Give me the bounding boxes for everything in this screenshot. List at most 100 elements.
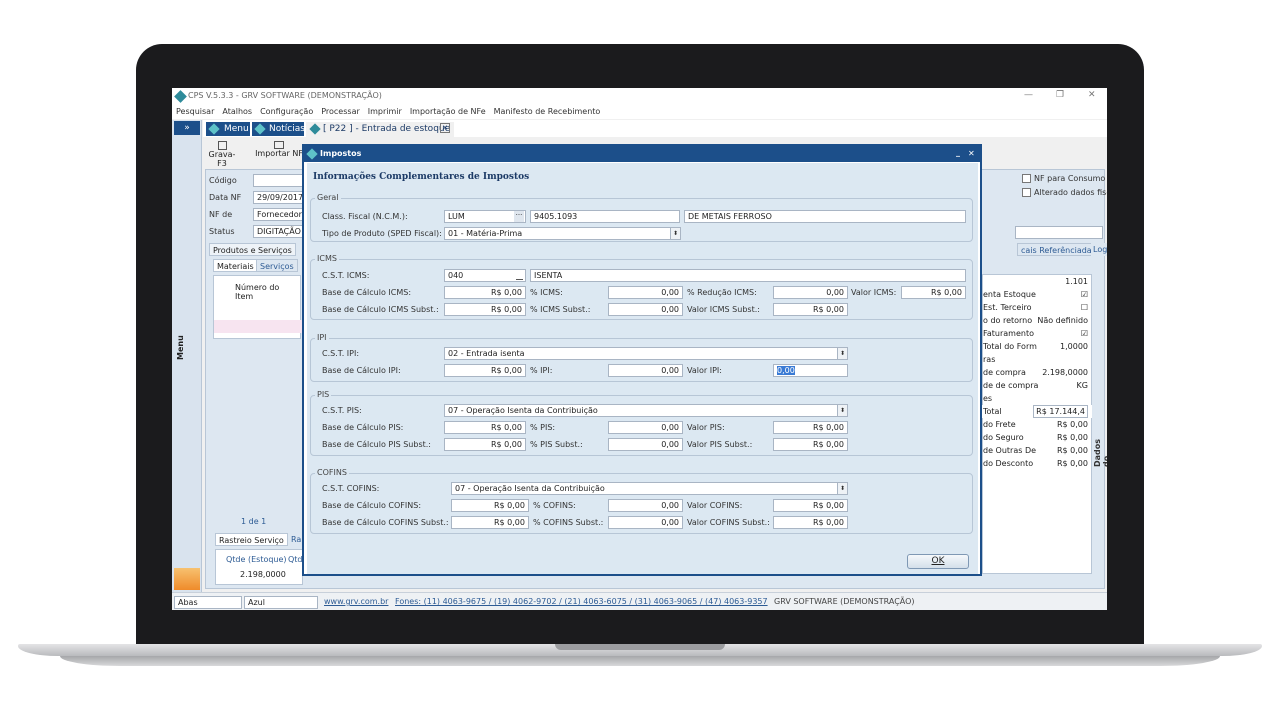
right-panel-row-value[interactable]: R$ 0,00 (1057, 444, 1088, 457)
group-icms-title: ICMS (315, 253, 339, 265)
importar-nf-button[interactable]: Importar NF (255, 141, 303, 163)
tab-log[interactable]: Log (1091, 243, 1107, 256)
base-ipi-field[interactable]: R$ 0,00 (444, 364, 526, 377)
pct-cofins-st-label: % COFINS Subst.: (533, 518, 604, 527)
tipo-produto-select[interactable]: 01 - Matéria-Prima ⬍ (444, 227, 681, 240)
close-button[interactable]: ✕ (1088, 90, 1096, 100)
tipo-produto-value: 01 - Matéria-Prima (448, 229, 523, 238)
right-panel-row-value[interactable]: R$ 0,00 (1057, 418, 1088, 431)
tab-menu[interactable]: Menu (206, 122, 250, 136)
ncm-code-field[interactable]: LUM ··· (444, 210, 526, 223)
valor-ipi-label: Valor IPI: (687, 366, 722, 375)
right-panel-row-value[interactable]: ☑ (1081, 288, 1088, 301)
tab-produtos-servicos[interactable]: Produtos e Serviços (209, 243, 296, 256)
tipo-produto-chevron-icon: ⬍ (670, 228, 680, 239)
pct-icms-st-field[interactable]: 0,00 (608, 303, 683, 316)
right-panel-row: Total R$ 17.144,4 (982, 405, 1092, 418)
tab-close-icon[interactable]: ✕ (440, 123, 450, 133)
base-pis-label: Base de Cálculo PIS: (322, 423, 404, 432)
dialog-close-button[interactable]: ✕ (968, 146, 975, 162)
right-panel-row-value[interactable]: R$ 17.144,4 (1033, 405, 1088, 418)
tab-materiais[interactable]: Materiais (213, 259, 258, 272)
window-titlebar: CPS V.5.3.3 - GRV SOFTWARE (DEMONSTRAÇÃO… (172, 88, 1107, 105)
tab-entrada-estoque[interactable]: [ P22 ] - Entrada de estoque ✕ (306, 122, 454, 137)
importar-label: Importar NF (255, 149, 303, 158)
tab-servicos[interactable]: Serviços (256, 259, 298, 272)
valor-pis-st-field[interactable]: R$ 0,00 (773, 438, 848, 451)
valor-pis-field[interactable]: R$ 0,00 (773, 421, 848, 434)
sidebar-menu-label[interactable]: Menu (176, 335, 185, 360)
right-panel-row-value[interactable]: 1.101 (1065, 275, 1088, 288)
valor-cofins-st-label: Valor COFINS Subst.: (687, 518, 770, 527)
pct-ipi-field[interactable]: 0,00 (608, 364, 683, 377)
pct-cofins-st-field[interactable]: 0,00 (608, 516, 683, 529)
menu-imprimir[interactable]: Imprimir (368, 105, 402, 119)
right-panel-row-value[interactable]: Não definido (1037, 314, 1088, 327)
right-blank-field[interactable] (1015, 226, 1103, 239)
menu-importacao-nfe[interactable]: Importação de NFe (410, 105, 486, 119)
tab-fiscais-referenciadas[interactable]: cais Referênciadas (1017, 243, 1100, 256)
codigo-field[interactable] (253, 174, 303, 187)
data-nf-field[interactable]: 29/09/2017 (253, 191, 303, 204)
app-window: CPS V.5.3.3 - GRV SOFTWARE (DEMONSTRAÇÃO… (172, 88, 1107, 610)
ncm-lookup-icon[interactable]: ··· (514, 211, 524, 222)
cst-ipi-select[interactable]: 02 - Entrada isenta ⬍ (444, 347, 848, 360)
tab-rastreio-servico[interactable]: Rastreio Serviço (215, 533, 288, 546)
nf-consumo-checkbox[interactable] (1022, 174, 1031, 183)
valor-ipi-field[interactable]: 0,00 (773, 364, 848, 377)
right-panel-row-value[interactable]: 1,0000 (1060, 340, 1088, 353)
base-ipi-label: Base de Cálculo IPI: (322, 366, 401, 375)
import-icon (274, 141, 284, 149)
pct-pis-field[interactable]: 0,00 (608, 421, 683, 434)
reducao-icms-field[interactable]: 0,00 (773, 286, 848, 299)
cst-cofins-select[interactable]: 07 - Operação Isenta da Contribuição ⬍ (451, 482, 848, 495)
base-icms-st-field[interactable]: R$ 0,00 (444, 303, 526, 316)
abas-select[interactable]: Abas (174, 596, 242, 609)
cst-icms-field[interactable]: 040 (444, 269, 526, 282)
website-link[interactable]: www.grv.com.br (324, 597, 388, 606)
base-cofins-st-field[interactable]: R$ 0,00 (451, 516, 529, 529)
alterado-checkbox[interactable] (1022, 188, 1031, 197)
base-pis-field[interactable]: R$ 0,00 (444, 421, 526, 434)
right-panel-row-label: de de compra (983, 381, 1039, 390)
base-cofins-field[interactable]: R$ 0,00 (451, 499, 529, 512)
save-icon (217, 141, 227, 150)
phones-link[interactable]: Fones: (11) 4063-9675 / (19) 4062-9702 /… (395, 597, 768, 606)
right-panel-row: enta Estoque ☑ (982, 288, 1092, 301)
theme-select[interactable]: Azul (244, 596, 318, 609)
tab-bar: Menu Notícias [ P22 ] - Entrada de estoq… (203, 120, 1107, 137)
right-panel-row-value[interactable]: R$ 0,00 (1057, 457, 1088, 470)
right-panel-row-value[interactable]: 2.198,0000 (1042, 366, 1088, 379)
cst-icms-lookup-icon[interactable] (516, 279, 523, 280)
base-icms-field[interactable]: R$ 0,00 (444, 286, 526, 299)
minimize-button[interactable]: — (1024, 90, 1033, 100)
pct-pis-st-field[interactable]: 0,00 (608, 438, 683, 451)
ok-button[interactable]: OK (907, 554, 969, 569)
ncm-number-field[interactable]: 9405.1093 (530, 210, 680, 223)
pct-cofins-field[interactable]: 0,00 (608, 499, 683, 512)
restore-button[interactable]: ❐ (1056, 90, 1064, 100)
grava-button[interactable]: Grava-F3 (207, 141, 237, 168)
valor-icms-st-field[interactable]: R$ 0,00 (773, 303, 848, 316)
menu-manifesto[interactable]: Manifesto de Recebimento (494, 105, 601, 119)
pct-icms-field[interactable]: 0,00 (608, 286, 683, 299)
nf-de-field[interactable]: Fornecedor (253, 208, 303, 221)
cst-pis-select[interactable]: 07 - Operação Isenta da Contribuição ⬍ (444, 404, 848, 417)
right-panel-row-value[interactable]: R$ 0,00 (1057, 431, 1088, 444)
menu-configuracao[interactable]: Configuração (260, 105, 313, 119)
sidebar-expand-button[interactable]: » (174, 121, 200, 135)
tab-menu-label: Menu (224, 124, 249, 134)
menu-processar[interactable]: Processar (321, 105, 360, 119)
valor-cofins-field[interactable]: R$ 0,00 (773, 499, 848, 512)
tab-noticias[interactable]: Notícias (252, 122, 305, 136)
base-pis-st-field[interactable]: R$ 0,00 (444, 438, 526, 451)
valor-cofins-st-field[interactable]: R$ 0,00 (773, 516, 848, 529)
menu-atalhos[interactable]: Atalhos (222, 105, 252, 119)
valor-icms-field[interactable]: R$ 0,00 (901, 286, 966, 299)
right-panel-row-value[interactable]: ☐ (1081, 301, 1088, 314)
grid-selected-row[interactable] (214, 320, 302, 333)
right-panel-row-value[interactable]: KG (1077, 379, 1088, 392)
menu-pesquisar[interactable]: Pesquisar (176, 105, 214, 119)
dialog-minimize-button[interactable]: _ (956, 145, 960, 161)
right-panel-row-value[interactable]: ☑ (1081, 327, 1088, 340)
